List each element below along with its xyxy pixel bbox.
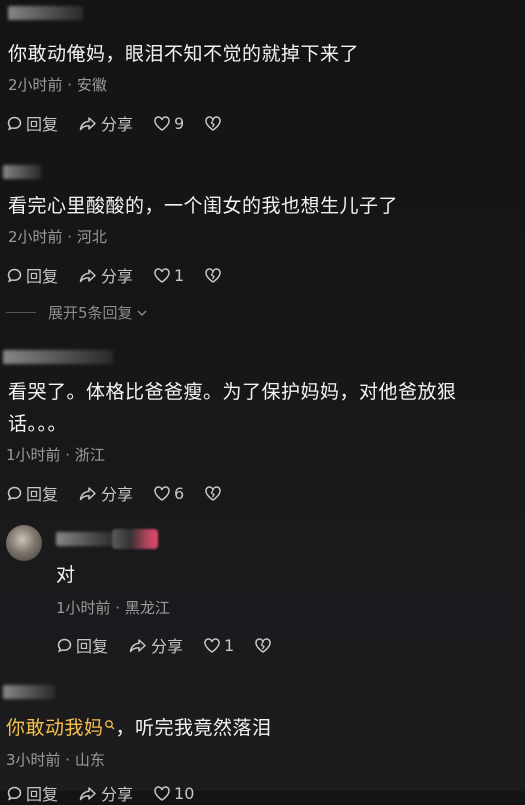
share-arrow-icon	[79, 116, 96, 130]
reply-label: 回复	[76, 637, 109, 656]
comment-bubble-icon	[7, 486, 22, 501]
broken-heart-icon	[205, 267, 221, 283]
highlighted-search-phrase[interactable]: 你敢动我妈	[6, 717, 104, 739]
username-blurred[interactable]	[3, 165, 41, 179]
share-label: 分享	[101, 267, 134, 286]
reply-text: 对	[56, 564, 76, 586]
comment-bubble-icon	[57, 638, 72, 653]
share-button[interactable]: 分享	[78, 481, 133, 505]
avatar[interactable]	[6, 525, 42, 561]
share-button[interactable]: 分享	[78, 111, 133, 135]
chevron-down-icon	[137, 310, 147, 316]
reply-button[interactable]: 回复	[56, 633, 108, 657]
comment-text-line-1: 看哭了。体格比爸爸瘦。为了保护妈妈，对他爸放狠	[8, 381, 457, 403]
comment-text: 你敢动我妈 ，听完我竟然落泪	[6, 712, 272, 744]
comment-text: 看完心里酸酸的，一个闺女的我也想生儿子了	[8, 195, 399, 217]
divider	[6, 312, 36, 313]
comment-bubble-icon	[7, 116, 22, 131]
share-button[interactable]: 分享	[78, 263, 133, 287]
username-blurred[interactable]	[8, 6, 83, 20]
reply-button[interactable]: 回复	[6, 263, 58, 287]
search-icon[interactable]	[104, 719, 116, 731]
like-count: 1	[174, 265, 185, 285]
like-button[interactable]: 6	[153, 484, 184, 503]
broken-heart-icon	[255, 637, 271, 653]
broken-heart-icon	[205, 115, 221, 131]
dislike-button[interactable]	[204, 267, 225, 284]
dislike-button[interactable]	[254, 637, 275, 654]
like-count: 10	[174, 783, 195, 803]
expand-replies-button[interactable]: 展开5条回复	[6, 302, 149, 323]
comment-meta: 2小时前 · 安徽	[8, 76, 107, 94]
username-blurred[interactable]	[3, 685, 55, 699]
dislike-button[interactable]	[204, 115, 225, 132]
like-count: 6	[174, 483, 185, 503]
heart-icon	[154, 115, 170, 131]
username-blurred[interactable]	[3, 350, 113, 364]
share-button[interactable]: 分享	[128, 633, 183, 657]
like-button[interactable]: 1	[153, 266, 184, 285]
reply-meta: 1小时前 · 黑龙江	[56, 599, 170, 617]
comment-meta: 2小时前 · 河北	[8, 228, 107, 246]
share-arrow-icon	[79, 486, 96, 500]
reply-label: 回复	[26, 485, 59, 504]
reply-label: 回复	[26, 267, 59, 286]
share-arrow-icon	[129, 638, 146, 652]
share-arrow-icon	[79, 268, 96, 282]
share-arrow-icon	[79, 786, 96, 800]
reply-button[interactable]: 回复	[6, 781, 58, 805]
reply-button[interactable]: 回复	[6, 111, 58, 135]
reply-button[interactable]: 回复	[6, 481, 58, 505]
like-button[interactable]: 9	[153, 114, 184, 133]
comment-actions: 回复 分享 9	[6, 111, 245, 135]
comment-text-rest: ，听完我竟然落泪	[115, 717, 272, 739]
like-count: 1	[224, 635, 235, 655]
comment-meta: 3小时前 · 山东	[6, 751, 105, 769]
like-button[interactable]: 10	[153, 784, 194, 803]
reply-label: 回复	[26, 115, 59, 134]
share-label: 分享	[101, 485, 134, 504]
heart-icon	[154, 267, 170, 283]
reply-actions: 回复 分享 1	[56, 633, 295, 657]
comment-text: 你敢动俺妈，眼泪不知不觉的就掉下来了	[8, 43, 360, 65]
share-label: 分享	[151, 637, 184, 656]
comment-actions: 回复 分享 10	[6, 781, 214, 805]
reply-label: 回复	[26, 785, 59, 804]
share-label: 分享	[101, 115, 134, 134]
comment-text-line-2: 话。。。	[8, 413, 68, 435]
share-button[interactable]: 分享	[78, 781, 133, 805]
like-count: 9	[174, 113, 185, 133]
comment-meta: 1小时前 · 浙江	[6, 446, 105, 464]
username-blurred[interactable]	[56, 532, 116, 546]
share-label: 分享	[101, 785, 134, 804]
heart-icon	[154, 485, 170, 501]
heart-icon	[154, 785, 170, 801]
user-badge-blurred	[112, 529, 158, 549]
dislike-button[interactable]	[204, 485, 225, 502]
like-button[interactable]: 1	[203, 636, 234, 655]
broken-heart-icon	[205, 485, 221, 501]
comment-actions: 回复 分享 1	[6, 263, 245, 287]
comment-actions: 回复 分享 6	[6, 481, 245, 505]
heart-icon	[204, 637, 220, 653]
expand-label: 展开5条回复	[48, 304, 133, 322]
comment-bubble-icon	[7, 268, 22, 283]
comment-bubble-icon	[7, 786, 22, 801]
